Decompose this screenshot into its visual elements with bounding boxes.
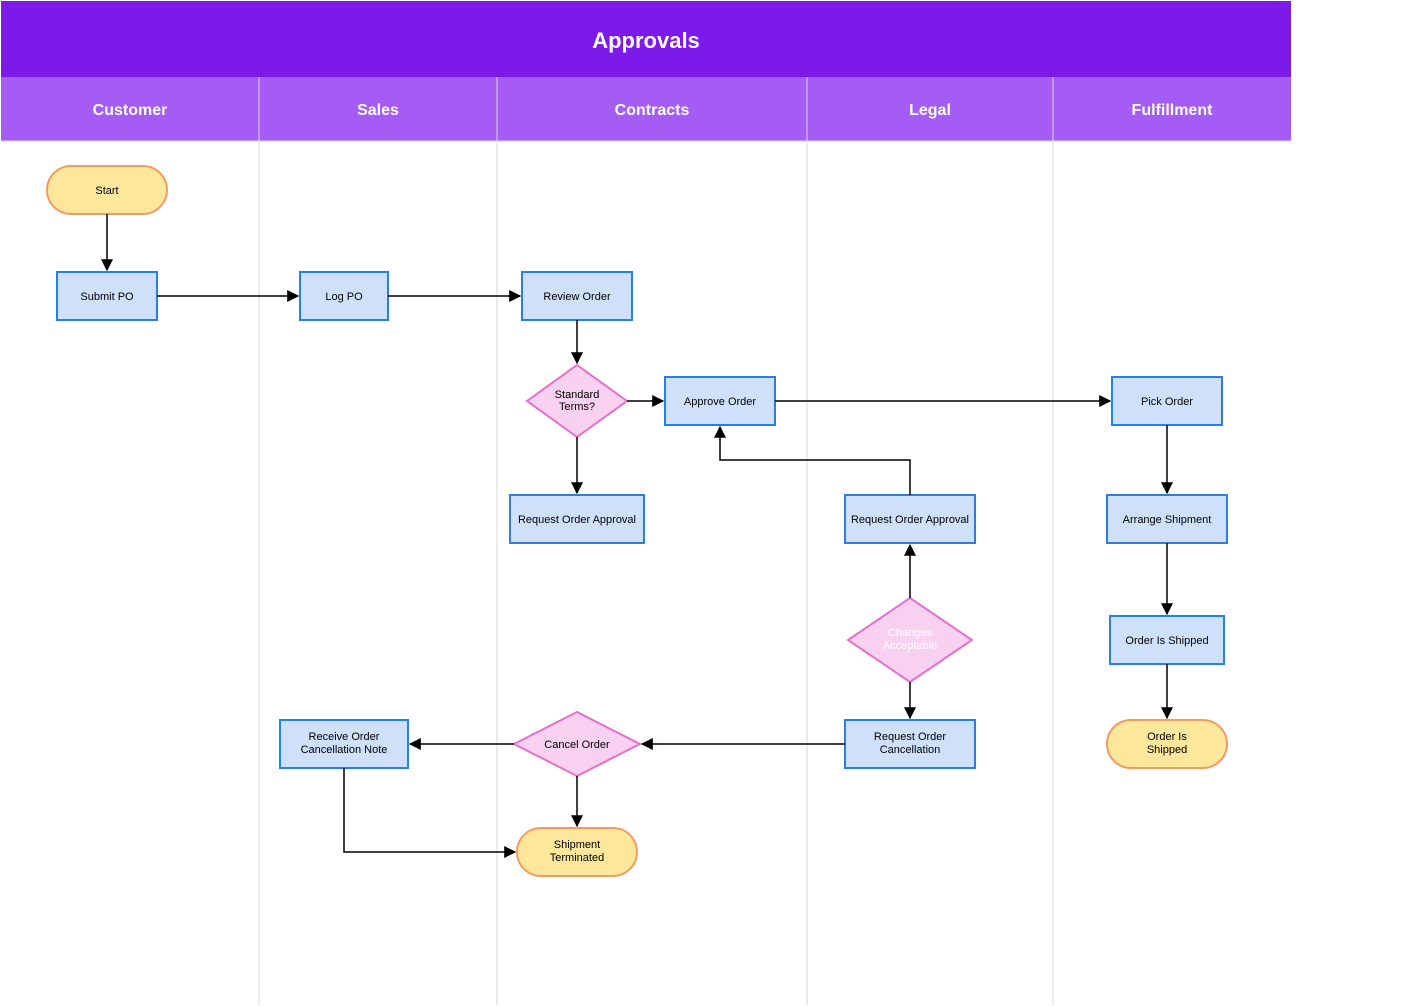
node-receive-cancel-note-label-1: Receive Order bbox=[309, 731, 380, 743]
node-cancel-order-label: Cancel Order bbox=[544, 739, 610, 751]
node-submit-po-label: Submit PO bbox=[80, 291, 134, 303]
node-review-order-label: Review Order bbox=[543, 291, 611, 303]
edge-reqappr-approve bbox=[720, 427, 910, 495]
node-standard-terms-label-2: Terms? bbox=[559, 401, 595, 413]
node-shipment-terminated-label-1: Shipment bbox=[554, 839, 600, 851]
edge-receive-terminated bbox=[344, 768, 515, 852]
lane-label-fulfillment: Fulfillment bbox=[1132, 102, 1214, 119]
node-shipment-terminated-label-2: Terminated bbox=[550, 852, 604, 864]
node-approve-order-label: Approve Order bbox=[684, 396, 756, 408]
lane-label-contracts: Contracts bbox=[615, 102, 690, 119]
node-start-label: Start bbox=[95, 185, 118, 197]
swimlane-diagram: Approvals Customer Sales Contracts Legal… bbox=[0, 0, 1409, 1006]
node-request-approval-contracts-label: Request Order Approval bbox=[518, 514, 636, 526]
node-receive-cancel-note-label-2: Cancellation Note bbox=[301, 744, 388, 756]
node-changes-acceptable-label-2: Acceptable bbox=[883, 640, 937, 652]
node-order-shipped-end-label-2: Shipped bbox=[1147, 744, 1187, 756]
node-arrange-shipment-label: Arrange Shipment bbox=[1123, 514, 1212, 526]
lane-label-legal: Legal bbox=[909, 102, 951, 119]
node-request-cancellation-label-1: Request Order bbox=[874, 731, 946, 743]
node-pick-order-label: Pick Order bbox=[1141, 396, 1193, 408]
node-order-shipped-label: Order Is Shipped bbox=[1125, 635, 1208, 647]
node-request-cancellation-label-2: Cancellation bbox=[880, 744, 941, 756]
diagram-title: Approvals bbox=[592, 28, 700, 53]
lane-label-customer: Customer bbox=[93, 102, 168, 119]
node-log-po-label: Log PO bbox=[325, 291, 363, 303]
node-standard-terms-label-1: Standard bbox=[555, 389, 600, 401]
lane-label-sales: Sales bbox=[357, 102, 399, 119]
node-order-shipped-end-label-1: Order Is bbox=[1147, 731, 1187, 743]
node-changes-acceptable-label-1: Changes bbox=[888, 627, 933, 639]
node-request-approval-legal-label: Request Order Approval bbox=[851, 514, 969, 526]
